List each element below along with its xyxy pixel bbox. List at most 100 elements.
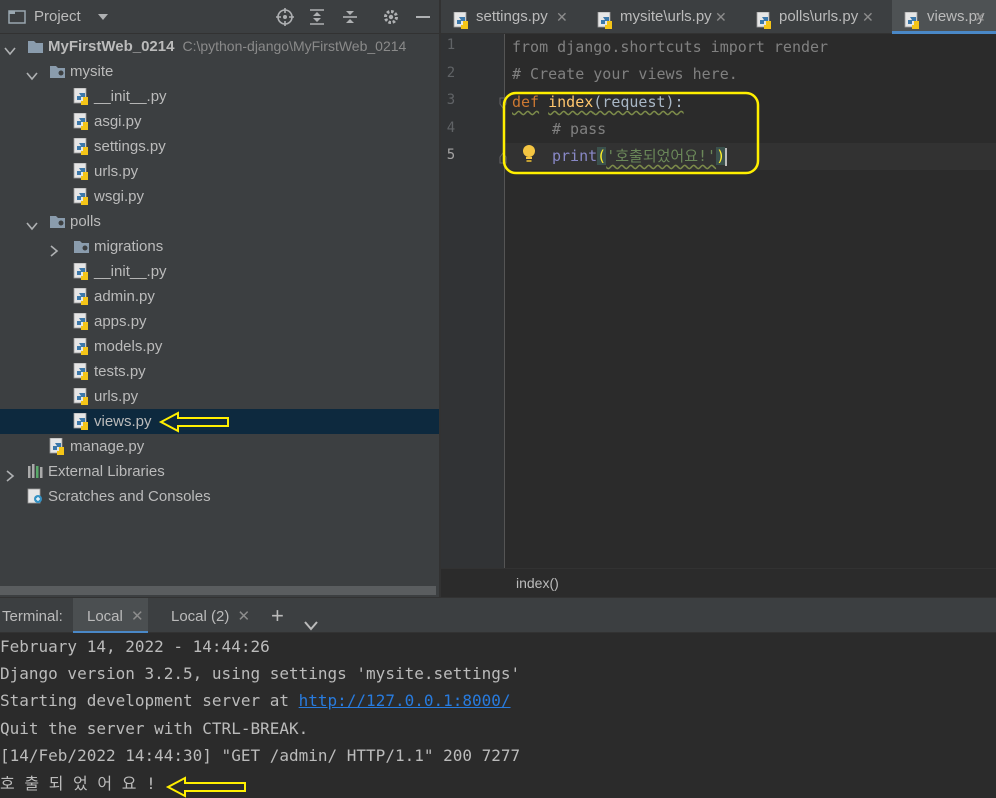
close-icon[interactable]: ✕ <box>131 608 144 625</box>
terminal-text: Starting development server at <box>0 691 299 710</box>
python-file-icon <box>73 387 90 405</box>
tree-item-label: __init__.py <box>94 263 167 280</box>
close-icon[interactable]: ✕ <box>556 0 568 34</box>
tree-item[interactable]: __init__.py <box>0 259 439 284</box>
tree-item-label: views.py <box>94 413 152 430</box>
python-file-icon <box>73 262 90 280</box>
tree-item[interactable]: Scratches and Consoles <box>0 484 439 509</box>
python-file-icon <box>73 137 90 155</box>
tree-item-label: settings.py <box>94 138 166 155</box>
chevron-right-icon[interactable] <box>4 465 16 482</box>
terminal-line: Django version 3.2.5, using settings 'my… <box>0 664 521 683</box>
chevron-right-icon[interactable] <box>48 240 60 257</box>
editor-tab-label: mysite\urls.py <box>620 8 712 25</box>
tree-item[interactable]: MyFirstWeb_0214 C:\python-django\MyFirstW… <box>0 34 439 59</box>
tree-item[interactable]: mysite <box>0 59 439 84</box>
tree-item[interactable]: asgi.py <box>0 109 439 134</box>
chevron-down-icon[interactable] <box>92 6 114 28</box>
terminal-line: Quit the server with CTRL-BREAK. <box>0 719 309 738</box>
tree-item[interactable]: models.py <box>0 334 439 359</box>
tree-item[interactable]: urls.py <box>0 159 439 184</box>
libraries-icon <box>27 463 44 480</box>
terminal-line-server: Starting development server at http://12… <box>0 687 511 714</box>
editor-tab[interactable]: mysite\urls.py ✕ <box>585 0 737 34</box>
folder-icon <box>49 63 66 80</box>
close-icon[interactable]: ✕ <box>974 0 986 34</box>
code-params: (request): <box>593 93 684 111</box>
gutter-divider <box>504 34 505 568</box>
code-comment: # pass <box>552 120 607 138</box>
python-file-icon <box>73 112 90 130</box>
python-file-icon <box>73 362 90 380</box>
editor-breadcrumb[interactable]: index() <box>441 568 996 597</box>
gear-icon[interactable] <box>380 6 402 28</box>
python-file-icon <box>453 8 470 29</box>
tree-item-label: External Libraries <box>48 463 165 480</box>
python-file-icon <box>73 412 90 430</box>
terminal-tab-local-2[interactable]: Local (2) ✕ <box>157 598 253 634</box>
code-line-5: print('호출되었어요!') <box>552 143 728 170</box>
code-bracket: ) <box>716 147 726 165</box>
locate-icon[interactable] <box>274 6 296 28</box>
line-number: 3 <box>446 92 456 108</box>
tree-item[interactable]: __init__.py <box>0 84 439 109</box>
tree-item-label: apps.py <box>94 313 147 330</box>
tree-item[interactable]: urls.py <box>0 384 439 409</box>
editor-tab-label: settings.py <box>476 8 548 25</box>
tree-item[interactable]: tests.py <box>0 359 439 384</box>
terminal-line-output: 호 출 되 었 어 요 ! <box>0 774 156 793</box>
tree-item[interactable]: migrations <box>0 234 439 259</box>
tree-item-label: __init__.py <box>94 88 167 105</box>
terminal-output[interactable]: February 14, 2022 - 14:44:26 Django vers… <box>0 633 996 798</box>
tree-item[interactable]: polls <box>0 209 439 234</box>
python-file-icon <box>756 8 773 29</box>
editor-tab-label: polls\urls.py <box>779 8 859 25</box>
python-file-icon <box>73 162 90 180</box>
tree-item-label: urls.py <box>94 388 139 405</box>
tree-item[interactable]: wsgi.py <box>0 184 439 209</box>
close-icon[interactable]: ✕ <box>715 0 727 34</box>
tree-item[interactable]: views.py <box>0 409 439 434</box>
breadcrumb-item[interactable]: index() <box>516 575 559 591</box>
editor-tab[interactable]: polls\urls.py ✕ <box>744 0 884 34</box>
folder-icon <box>73 238 90 255</box>
expand-all-icon[interactable] <box>306 6 328 28</box>
project-panel-header: Project <box>0 0 439 34</box>
python-file-icon <box>73 87 90 105</box>
python-file-icon <box>73 287 90 305</box>
code-string: '호출되었어요!' <box>606 147 717 165</box>
editor-gutter <box>441 34 504 568</box>
editor-tab[interactable]: settings.py ✕ <box>441 0 578 34</box>
chevron-down-icon[interactable] <box>26 65 38 81</box>
chevron-down-icon[interactable] <box>303 609 319 631</box>
collapse-all-icon[interactable] <box>339 6 361 28</box>
chevron-down-icon[interactable] <box>26 215 38 231</box>
close-icon[interactable]: ✕ <box>862 0 874 34</box>
tree-item[interactable]: settings.py <box>0 134 439 159</box>
code-text: from django.shortcuts import render <box>512 38 829 56</box>
code-line-1: from django.shortcuts import render <box>512 34 828 61</box>
tree-item-label: migrations <box>94 238 164 255</box>
tree-item[interactable]: External Libraries <box>0 459 439 484</box>
python-file-icon <box>49 437 66 455</box>
tree-item-label: urls.py <box>94 163 139 180</box>
code-function-name: index <box>548 93 594 111</box>
python-file-icon <box>904 8 921 29</box>
editor-tab[interactable]: views.py ✕ <box>892 0 996 34</box>
chevron-down-icon[interactable] <box>4 40 16 56</box>
line-number: 4 <box>446 120 456 136</box>
code-editor[interactable]: 1 2 3 4 5 from django.shortcuts import r… <box>441 34 996 568</box>
minimize-icon[interactable] <box>412 6 434 28</box>
project-panel-title[interactable]: Project <box>34 8 81 25</box>
python-file-icon <box>73 187 90 205</box>
horizontal-scrollbar[interactable] <box>0 586 436 595</box>
server-url-link[interactable]: http://127.0.0.1:8000/ <box>299 691 511 710</box>
tree-item-path: C:\python-django\MyFirstWeb_0214 <box>182 38 407 54</box>
close-icon[interactable]: ✕ <box>238 608 251 625</box>
add-tab-icon[interactable]: + <box>271 598 284 634</box>
tree-item[interactable]: admin.py <box>0 284 439 309</box>
tree-item[interactable]: apps.py <box>0 309 439 334</box>
project-view-icon[interactable] <box>6 6 28 28</box>
tree-item[interactable]: manage.py <box>0 434 439 459</box>
terminal-tab-local[interactable]: Local ✕ <box>73 598 148 634</box>
